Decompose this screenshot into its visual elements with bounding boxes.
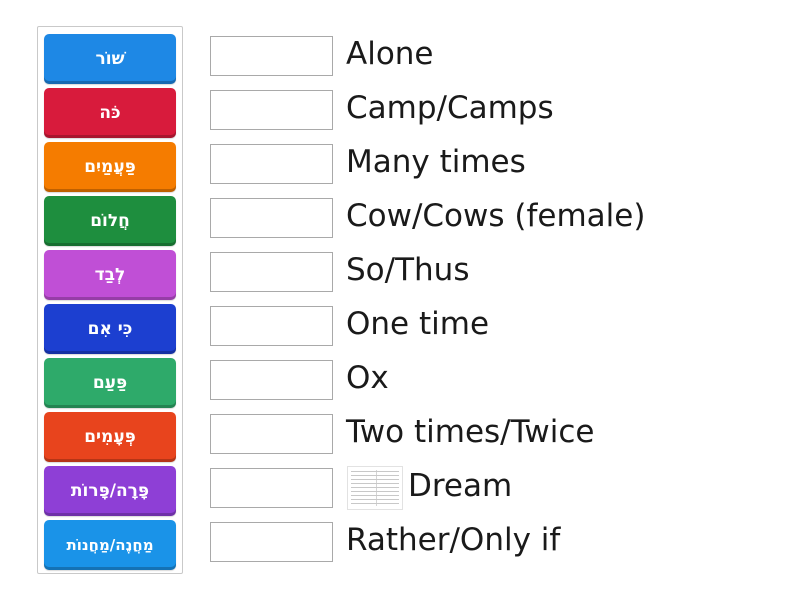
tile-levad[interactable]: לְבַד [44,250,176,300]
drop-slot[interactable] [210,198,333,238]
target-label: Many times [346,144,526,180]
target-label: Camp/Camps [346,90,554,126]
tile-koh[interactable]: כֹּה [44,88,176,138]
tile-shor[interactable]: שׁוֹר [44,34,176,84]
tile-paam[interactable]: פַּעַם [44,358,176,408]
tile-chalom[interactable]: חֲלוֹם [44,196,176,246]
drop-slot[interactable] [210,36,333,76]
target-label: So/Thus [346,252,470,288]
drop-slot[interactable] [210,306,333,346]
tile-machaneh-machanot[interactable]: מַחֲנֶה/מַחֲנוֹת [44,520,176,570]
tile-paamayim[interactable]: פַּעֲמַיִם [44,142,176,192]
drop-slot[interactable] [210,522,333,562]
target-label: Alone [346,36,434,72]
drop-slot[interactable] [210,90,333,130]
drop-slot[interactable] [210,252,333,292]
target-label: Dream [408,468,513,504]
drop-slot[interactable] [210,144,333,184]
target-label: Rather/Only if [346,522,561,558]
target-label: Ox [346,360,389,396]
drop-slot[interactable] [210,468,333,508]
target-label: Cow/Cows (female) [346,198,646,234]
tile-panel: שׁוֹר כֹּה פַּעֲמַיִם חֲלוֹם לְבַד כִּי … [37,26,183,574]
tile-peamim[interactable]: פְּעָמִים [44,412,176,462]
tile-parah-parot[interactable]: פָּרָה/פָּרוֹת [44,466,176,516]
target-label: One time [346,306,490,342]
target-label: Two times/Twice [346,414,595,450]
dream-image-icon[interactable] [347,466,403,510]
tile-ki-im[interactable]: כִּי אִם [44,304,176,354]
drop-slot[interactable] [210,360,333,400]
drop-slot[interactable] [210,414,333,454]
